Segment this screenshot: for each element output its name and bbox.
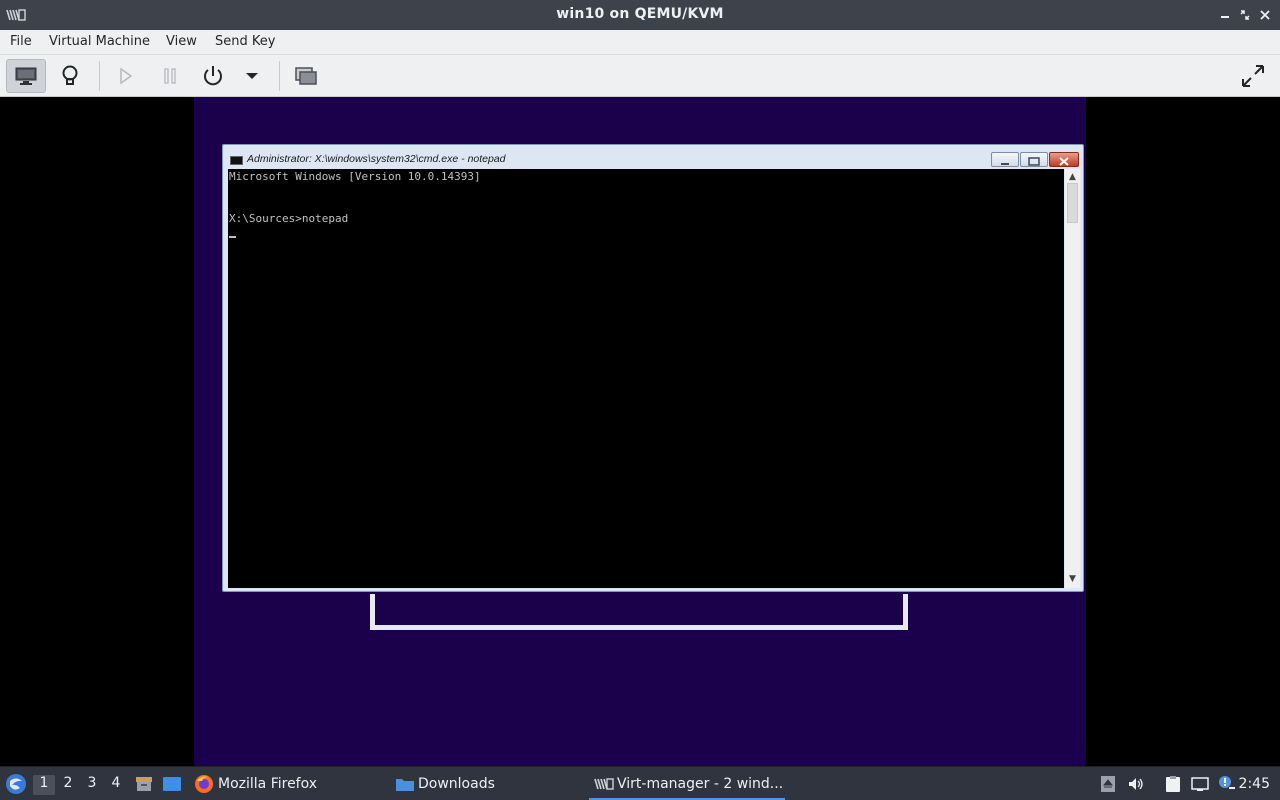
fullscreen-icon bbox=[1242, 65, 1264, 87]
text-cursor bbox=[229, 236, 236, 238]
run-button[interactable] bbox=[106, 59, 146, 93]
workspace-1[interactable]: 1 bbox=[33, 775, 55, 795]
task-label: Virt-manager - 2 wind... bbox=[617, 776, 784, 792]
network-icon bbox=[1191, 777, 1209, 791]
cmd-icon bbox=[230, 156, 243, 165]
toolbar-separator bbox=[279, 61, 280, 91]
pause-button[interactable] bbox=[150, 59, 190, 93]
scroll-up-icon[interactable]: ▲ bbox=[1068, 173, 1077, 182]
menu-view[interactable]: View bbox=[166, 34, 197, 49]
task-label: Mozilla Firefox bbox=[218, 776, 318, 792]
distro-logo-icon bbox=[6, 774, 26, 794]
desktop-icon bbox=[163, 777, 181, 791]
tray-volume[interactable] bbox=[1127, 775, 1145, 793]
virt-manager-icon bbox=[594, 778, 614, 790]
play-icon bbox=[120, 67, 133, 85]
task-virt-manager[interactable]: Virt-manager - 2 wind... bbox=[594, 767, 783, 800]
guest-screen[interactable]: Administrator: X:\windows\system32\cmd.e… bbox=[194, 97, 1086, 766]
clock[interactable]: 2:45 bbox=[1239, 776, 1270, 792]
speaker-icon bbox=[1129, 778, 1143, 790]
cmd-close-button[interactable] bbox=[1049, 152, 1079, 167]
workspace-4[interactable]: 4 bbox=[105, 775, 127, 795]
menu-virtual-machine[interactable]: Virtual Machine bbox=[49, 34, 150, 49]
task-label: Downloads bbox=[418, 776, 495, 792]
lightbulb-icon bbox=[62, 65, 78, 85]
tray-eject[interactable] bbox=[1099, 775, 1117, 793]
fullscreen-button[interactable] bbox=[1233, 59, 1273, 93]
task-firefox[interactable]: Mozilla Firefox bbox=[193, 767, 317, 800]
console-scrollbar[interactable]: ▲ ▼ bbox=[1065, 169, 1080, 588]
start-menu-button[interactable] bbox=[4, 767, 28, 800]
tray-clipboard[interactable] bbox=[1164, 775, 1182, 793]
menu-send-key[interactable]: Send Key bbox=[215, 34, 275, 49]
cmd-window-title: Administrator: X:\windows\system32\cmd.e… bbox=[247, 153, 506, 165]
window-titlebar: win10 on QEMU/KVM bbox=[0, 0, 1280, 30]
pause-icon bbox=[164, 68, 176, 84]
task-downloads[interactable]: Downloads bbox=[395, 767, 495, 800]
power-icon bbox=[204, 66, 222, 86]
console-line: Microsoft Windows [Version 10.0.14393] bbox=[229, 170, 481, 183]
restore-button[interactable] bbox=[1236, 5, 1254, 25]
close-button[interactable] bbox=[1256, 5, 1274, 25]
vm-display[interactable]: Administrator: X:\windows\system32\cmd.e… bbox=[0, 97, 1280, 766]
quicklaunch-desktop[interactable] bbox=[162, 767, 182, 800]
cmd-window[interactable]: Administrator: X:\windows\system32\cmd.e… bbox=[222, 144, 1084, 592]
workspace-2[interactable]: 2 bbox=[57, 775, 79, 795]
dropdown-arrow-icon bbox=[246, 73, 258, 79]
monitor-icon bbox=[15, 67, 37, 85]
firefox-icon bbox=[195, 775, 213, 793]
taskbar: 1 2 3 4 Mozilla Firefox Downloads Virt-m… bbox=[0, 766, 1280, 800]
archive-icon bbox=[136, 777, 152, 791]
console-output[interactable]: Microsoft Windows [Version 10.0.14393] X… bbox=[228, 169, 1064, 588]
screenshot-icon bbox=[295, 67, 317, 85]
scroll-down-icon[interactable]: ▼ bbox=[1068, 575, 1077, 584]
menubar: File Virtual Machine View Send Key bbox=[0, 30, 1280, 55]
console-line: X:\Sources>notepad bbox=[229, 212, 349, 225]
clipboard-icon bbox=[1166, 776, 1180, 792]
menu-file[interactable]: File bbox=[10, 34, 32, 49]
window-title: win10 on QEMU/KVM bbox=[556, 6, 724, 22]
cmd-maximize-button[interactable] bbox=[1020, 152, 1048, 167]
toolbar-separator bbox=[99, 61, 100, 91]
setup-dialog-outline bbox=[370, 594, 908, 630]
cmd-minimize-button[interactable] bbox=[991, 152, 1019, 167]
toolbar bbox=[0, 55, 1280, 97]
folder-icon bbox=[396, 779, 414, 791]
scrollbar-thumb[interactable] bbox=[1067, 183, 1078, 223]
shutdown-menu-button[interactable] bbox=[232, 59, 272, 93]
tray-network[interactable] bbox=[1191, 775, 1209, 793]
minimize-button[interactable] bbox=[1216, 5, 1234, 25]
snapshots-button[interactable] bbox=[286, 59, 326, 93]
shutdown-button[interactable] bbox=[193, 59, 233, 93]
workspace-3[interactable]: 3 bbox=[81, 775, 103, 795]
eject-icon bbox=[1101, 776, 1115, 792]
tray-notifications[interactable] bbox=[1217, 775, 1235, 793]
quicklaunch-archive[interactable] bbox=[134, 767, 154, 800]
console-view-button[interactable] bbox=[6, 59, 46, 93]
details-view-button[interactable] bbox=[50, 59, 90, 93]
notification-icon bbox=[1219, 776, 1235, 789]
